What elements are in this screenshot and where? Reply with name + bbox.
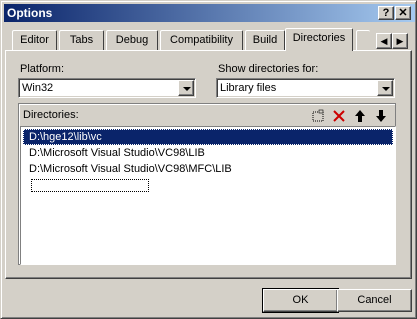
close-button[interactable]: ✕ <box>395 6 411 20</box>
help-button[interactable]: ? <box>378 6 394 20</box>
directories-list[interactable]: D:\hge12\lib\vc D:\Microsoft Visual Stud… <box>20 126 396 265</box>
tab-label: Tabs <box>69 34 94 46</box>
tab-label: Build <box>252 34 278 46</box>
move-up-icon[interactable] <box>352 108 368 124</box>
list-item[interactable]: D:\hge12\lib\vc <box>23 129 393 145</box>
title-bar[interactable]: Options ? ✕ <box>4 4 415 22</box>
tab-label: Directories <box>292 32 346 44</box>
arrow-left-icon: ◀ <box>380 36 388 46</box>
directories-group: Directories: D:\hge12\lib\vc D:\Microsof… <box>18 103 396 265</box>
list-item[interactable]: D:\Microsoft Visual Studio\VC98\LIB <box>23 145 393 161</box>
tab-overflow <box>356 30 370 50</box>
tab-compatibility[interactable]: Compatibility <box>160 30 243 50</box>
platform-label: Platform: <box>20 63 65 75</box>
show-directories-value: Library files <box>220 82 277 94</box>
tab-build[interactable]: Build <box>245 30 285 50</box>
new-entry-placeholder[interactable] <box>31 179 149 192</box>
directories-label: Directories: <box>23 109 79 121</box>
tab-debug[interactable]: Debug <box>106 30 158 50</box>
chevron-down-icon[interactable] <box>178 80 194 96</box>
ok-button[interactable]: OK <box>262 288 339 313</box>
tab-label: Editor <box>20 34 49 46</box>
platform-select[interactable]: Win32 <box>18 78 196 98</box>
move-down-icon[interactable] <box>373 108 389 124</box>
tab-label: Compatibility <box>170 34 233 46</box>
new-folder-icon[interactable] <box>310 108 326 124</box>
list-item[interactable]: D:\Microsoft Visual Studio\VC98\MFC\LIB <box>23 161 393 177</box>
tab-label: Debug <box>115 34 149 46</box>
arrow-right-icon: ▶ <box>396 36 404 46</box>
show-directories-select[interactable]: Library files <box>216 78 395 98</box>
directories-header: Directories: <box>20 105 396 125</box>
tab-tabs[interactable]: Tabs <box>59 30 104 50</box>
delete-icon[interactable] <box>331 108 347 124</box>
chevron-down-icon[interactable] <box>377 80 393 96</box>
tab-scroll-right-button[interactable]: ▶ <box>392 33 408 49</box>
help-icon: ? <box>382 7 390 19</box>
tab-directories[interactable]: Directories <box>285 28 353 51</box>
window-title: Options <box>7 6 53 20</box>
show-directories-label: Show directories for: <box>218 63 319 75</box>
close-icon: ✕ <box>398 7 408 19</box>
tab-scroll-left-button[interactable]: ◀ <box>376 33 392 49</box>
platform-value: Win32 <box>22 82 54 94</box>
tab-editor[interactable]: Editor <box>12 30 57 50</box>
cancel-button[interactable]: Cancel <box>337 289 412 312</box>
